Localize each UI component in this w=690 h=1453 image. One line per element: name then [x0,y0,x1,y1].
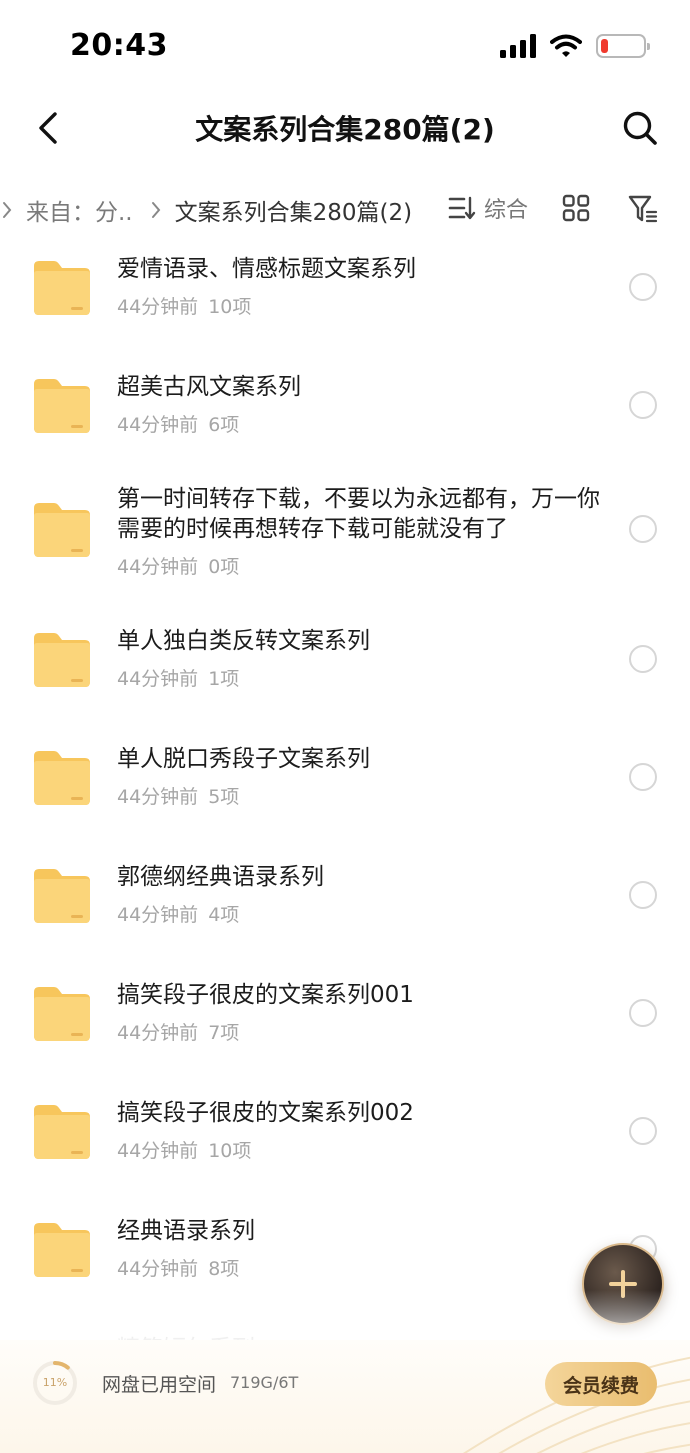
grid-view-button[interactable] [562,194,590,222]
breadcrumb: 来自：分.. 文案系列合集280篇(2) 综合 [0,186,690,234]
grid-view-icon [562,194,590,222]
file-count: 4项 [208,904,240,926]
select-checkbox[interactable] [629,273,657,301]
file-name: 郭德纲经典语录系列 [117,864,324,890]
folder-icon [34,869,90,923]
folder-icon [34,503,90,557]
file-name: 经典语录系列 [117,1218,255,1244]
folder-icon [34,261,90,315]
file-time: 44分钟前 [117,1022,199,1044]
file-time: 44分钟前 [117,296,199,318]
file-meta: 44分钟前 8项 [117,1254,239,1281]
breadcrumb-parent[interactable]: 来自：分.. [26,193,133,227]
file-count: 6项 [208,414,240,436]
file-time: 44分钟前 [117,1258,199,1280]
file-name: 搞笑段子很皮的文案系列002 [117,1100,414,1126]
sort-button[interactable]: 综合 [448,192,528,224]
file-row[interactable]: 爱情语录、情感标题文案系列 44分钟前 10项 [0,228,690,346]
select-checkbox[interactable] [629,881,657,909]
file-meta: 44分钟前 7项 [117,1018,239,1045]
page-title: 文案系列合集280篇(2) [195,113,495,146]
chevron-right-icon [0,200,14,220]
file-count: 7项 [208,1022,240,1044]
file-name: 超美古风文案系列 [117,374,301,400]
filter-icon [628,195,658,223]
file-row[interactable]: 单人独白类反转文案系列 44分钟前 1项 [0,600,690,718]
sort-label: 综合 [484,198,529,223]
nav-bar: 文案系列合集280篇(2) [0,92,690,164]
file-time: 44分钟前 [117,1140,199,1162]
status-time: 20:43 [70,28,168,63]
file-row[interactable]: 搞笑段子很皮的文案系列002 44分钟前 10项 [0,1072,690,1190]
file-meta: 44分钟前 4项 [117,900,239,927]
file-time: 44分钟前 [117,786,199,808]
folder-icon [34,987,90,1041]
file-row[interactable]: 超美古风文案系列 44分钟前 6项 [0,346,690,464]
file-meta: 44分钟前 1项 [117,664,239,691]
file-meta: 44分钟前 6项 [117,410,239,437]
wifi-icon [550,34,582,57]
chevron-right-icon [149,200,163,220]
storage-label: 网盘已用空间 [102,1374,217,1396]
select-checkbox[interactable] [629,515,657,543]
storage-value: 719G/6T [230,1373,299,1392]
folder-icon [34,633,90,687]
file-time: 44分钟前 [117,556,199,578]
file-name: 搞笑段子很皮的文案系列001 [117,982,414,1008]
renew-membership-button[interactable]: 会员续费 [545,1362,657,1406]
file-count: 1项 [208,668,240,690]
select-checkbox[interactable] [629,763,657,791]
file-meta: 44分钟前 10项 [117,1136,251,1163]
file-row[interactable]: 郭德纲经典语录系列 44分钟前 4项 [0,836,690,954]
storage-percent: 11% [42,1376,68,1389]
file-name: 爱情语录、情感标题文案系列 [117,256,416,282]
file-name: 单人独白类反转文案系列 [117,628,370,654]
file-meta: 44分钟前 0项 [117,552,239,579]
battery-icon [596,34,650,58]
folder-icon [34,1223,90,1277]
file-name: 单人脱口秀段子文案系列 [117,746,370,772]
file-name: 第一时间转存下载，不要以为永远都有，万一你需要的时候再想转存下载可能就没有了 [117,486,600,542]
file-count: 5项 [208,786,240,808]
file-count: 10项 [208,1140,252,1162]
storage-bar: 11% 网盘已用空间 719G/6T 会员续费 [0,1340,690,1453]
search-button[interactable] [618,106,662,150]
file-count: 0项 [208,556,240,578]
file-time: 44分钟前 [117,904,199,926]
file-row[interactable]: 第一时间转存下载，不要以为永远都有，万一你需要的时候再想转存下载可能就没有了 4… [0,464,690,600]
select-checkbox[interactable] [629,1117,657,1145]
cellular-signal-icon [500,34,536,58]
status-bar: 20:43 [0,0,690,92]
filter-button[interactable] [628,194,658,224]
file-count: 10项 [208,296,252,318]
file-row[interactable]: 单人脱口秀段子文案系列 44分钟前 5项 [0,718,690,836]
folder-icon [34,1105,90,1159]
sort-icon [448,196,476,220]
file-row[interactable]: 搞笑段子很皮的文案系列001 44分钟前 7项 [0,954,690,1072]
select-checkbox[interactable] [629,999,657,1027]
breadcrumb-current: 文案系列合集280篇(2) [174,200,413,226]
search-icon [623,111,657,145]
file-time: 44分钟前 [117,414,199,436]
file-meta: 44分钟前 5项 [117,782,239,809]
file-meta: 44分钟前 10项 [117,292,251,319]
battery-level [601,39,608,53]
file-count: 8项 [208,1258,240,1280]
folder-icon [34,379,90,433]
file-time: 44分钟前 [117,668,199,690]
status-icons [500,30,650,62]
select-checkbox[interactable] [629,645,657,673]
folder-icon [34,751,90,805]
select-checkbox[interactable] [629,391,657,419]
